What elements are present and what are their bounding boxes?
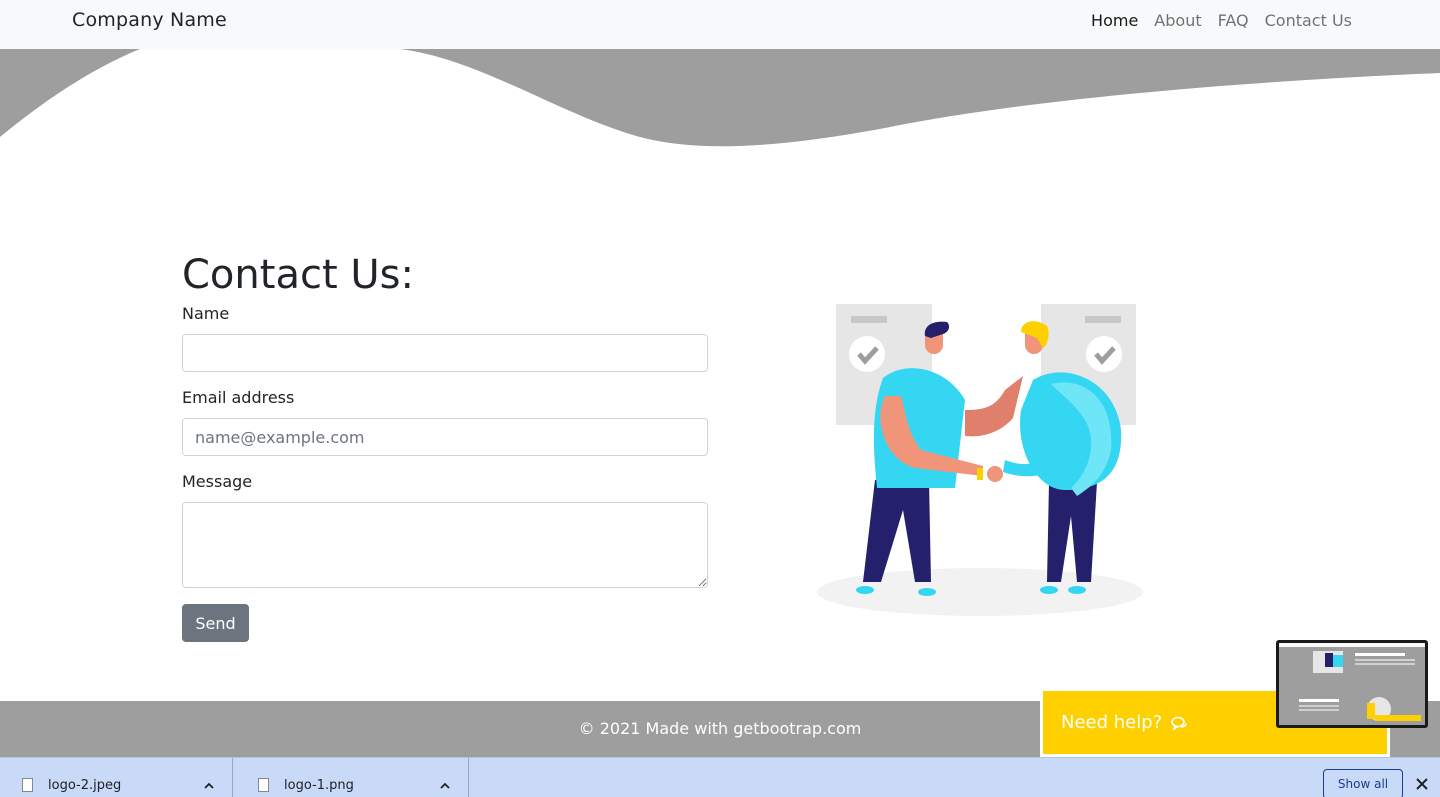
email-label: Email address [182,388,295,407]
name-input[interactable] [182,334,708,372]
download-filename: logo-1.png [284,778,354,793]
thumbnail-screen [1279,643,1425,725]
brand-link[interactable]: Company Name [72,9,227,31]
nav-links: Home About FAQ Contact Us [1083,11,1360,31]
contact-form: Contact Us: Name Email address Message S… [182,252,708,642]
hero-wave [0,49,1440,147]
handshake-illustration [817,304,1143,616]
nav-link-faq[interactable]: FAQ [1210,11,1257,31]
chevron-up-icon[interactable] [203,780,215,792]
need-help-label: Need help? [1061,712,1163,733]
chevron-up-icon[interactable] [439,780,451,792]
close-icon[interactable] [1414,776,1430,792]
download-item[interactable]: logo-1.png [236,758,469,797]
message-textarea[interactable] [182,502,708,588]
navbar: Company Name Home About FAQ Contact Us [0,0,1440,49]
nav-link-about[interactable]: About [1146,11,1209,31]
message-label: Message [182,472,253,491]
page-title: Contact Us: [182,252,414,298]
send-button[interactable]: Send [182,604,249,642]
nav-link-contact[interactable]: Contact Us [1257,11,1360,31]
page-thumbnail-preview[interactable] [1276,640,1428,728]
chat-icon [1170,714,1188,732]
file-icon [258,778,269,792]
nav-link-home[interactable]: Home [1083,11,1146,31]
file-icon [22,778,33,792]
name-label: Name [182,304,230,323]
download-filename: logo-2.jpeg [48,778,122,793]
download-item[interactable]: logo-2.jpeg [0,758,233,797]
email-input[interactable] [182,418,708,456]
download-bar: logo-2.jpeg logo-1.png [0,757,1440,797]
show-all-button[interactable]: Show all [1323,769,1403,797]
